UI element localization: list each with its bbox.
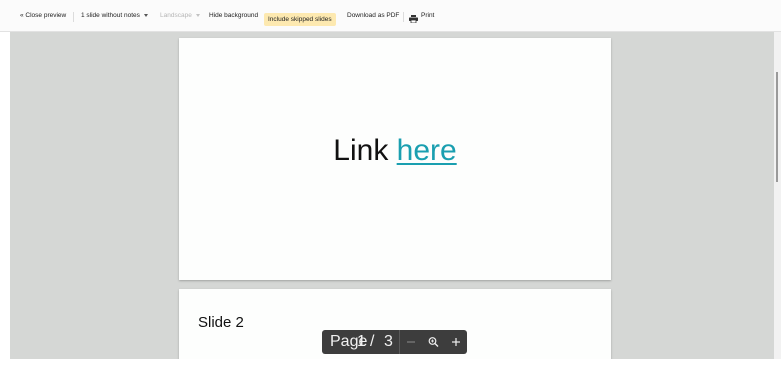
plus-icon	[452, 338, 460, 346]
include-skipped-slides-button[interactable]: Include skipped slides	[264, 13, 336, 26]
page-separator: /	[370, 333, 375, 350]
hide-background-button[interactable]: Hide background	[209, 0, 258, 32]
slide-1: Link here	[179, 38, 611, 280]
current-page-input[interactable]: 1	[357, 330, 366, 354]
slide-1-link[interactable]: here	[397, 134, 457, 167]
orientation-dropdown[interactable]: Landscape	[160, 0, 200, 32]
total-pages: 3	[384, 333, 393, 350]
zoom-in-button[interactable]	[448, 330, 464, 354]
slide-2-title: Slide 2	[198, 314, 244, 331]
download-pdf-button[interactable]: Download as PDF	[347, 0, 399, 32]
toolbar-divider	[403, 12, 404, 22]
slide-1-text: Link here	[179, 134, 611, 168]
printer-icon[interactable]	[409, 15, 418, 23]
bottom-edge	[0, 359, 781, 365]
zoom-out-button[interactable]	[403, 330, 419, 354]
toolbar-divider	[73, 12, 74, 22]
zoom-button[interactable]	[425, 330, 441, 354]
minus-icon	[407, 341, 415, 343]
scrollbar-thumb[interactable]	[776, 72, 778, 182]
preview-canvas: Link here Slide 2	[10, 32, 774, 359]
orientation-label: Landscape	[160, 12, 192, 19]
chevron-down-icon	[143, 13, 148, 17]
slide-layout-dropdown[interactable]: 1 slide without notes	[81, 0, 148, 32]
zoom-icon	[428, 337, 439, 347]
print-button[interactable]: Print	[421, 0, 434, 32]
pager-divider	[399, 330, 400, 354]
slide-1-body-text: Link	[333, 134, 397, 167]
close-preview-button[interactable]: « Close preview	[20, 0, 66, 32]
chevron-down-icon	[195, 13, 200, 17]
slide-layout-label: 1 slide without notes	[81, 12, 140, 19]
